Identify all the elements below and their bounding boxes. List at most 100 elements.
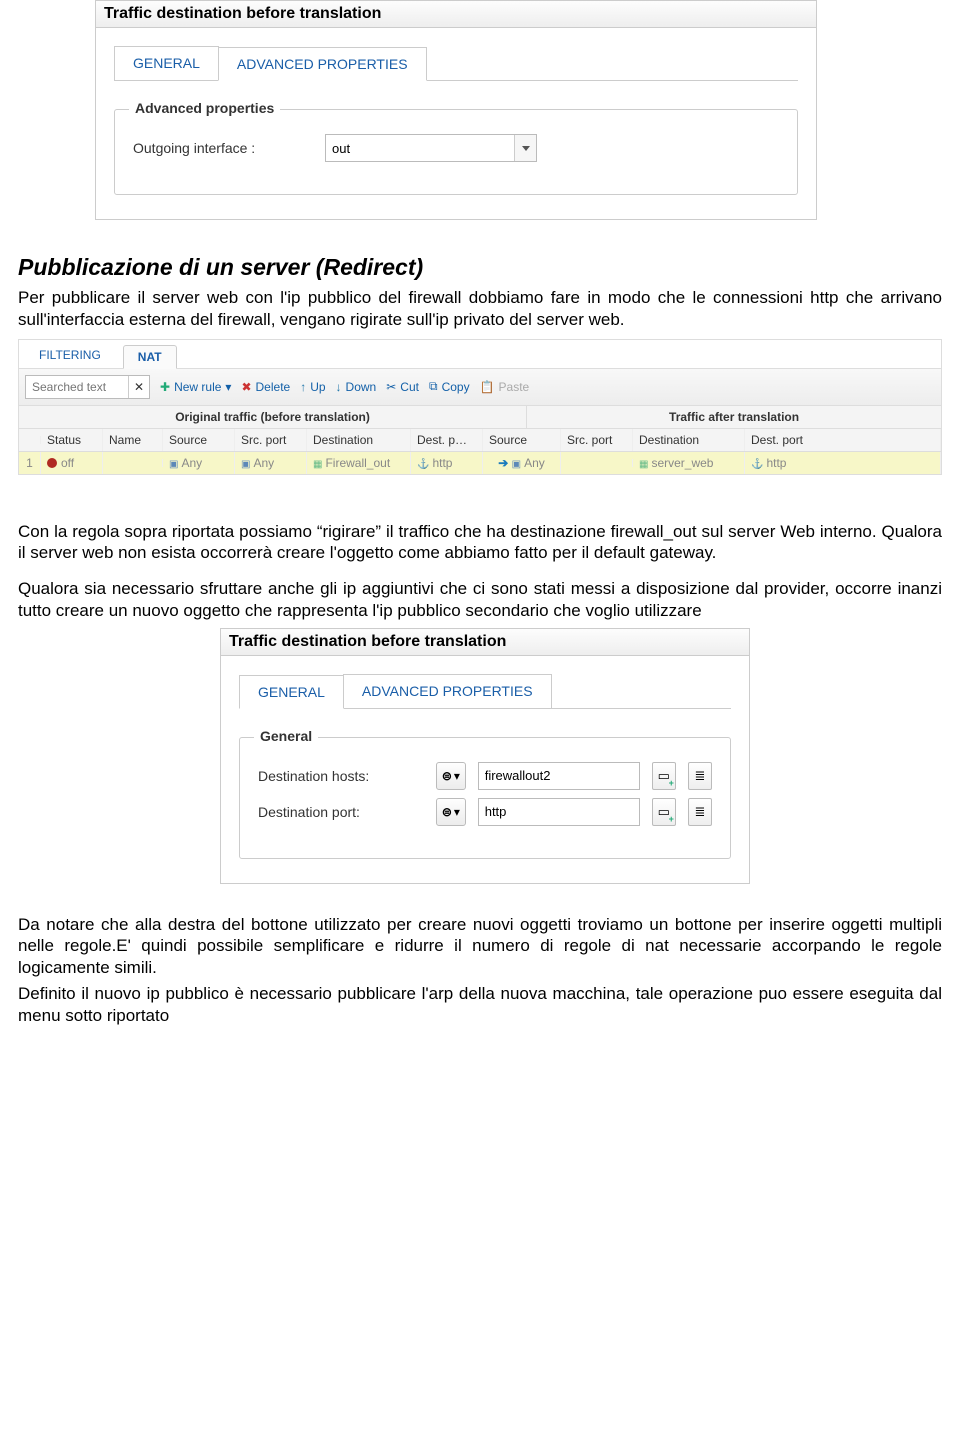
outgoing-interface-select[interactable] <box>325 134 537 162</box>
arrow-right-icon: ➔ <box>498 456 508 470</box>
delete-icon: ✖ <box>241 380 251 394</box>
dialog-tabs: GENERAL ADVANCED PROPERTIES <box>239 674 731 709</box>
col-src-port-after[interactable]: Src. port <box>561 429 633 451</box>
tab-advanced-properties[interactable]: ADVANCED PROPERTIES <box>218 47 427 81</box>
group-header-original: Original traffic (before translation) <box>19 406 527 428</box>
label-destination-port: Destination port: <box>258 804 424 820</box>
col-destination-after[interactable]: Destination <box>633 429 745 451</box>
arrow-down-icon: ↓ <box>336 380 342 394</box>
object-add-icon: ▭ <box>658 804 670 820</box>
cell-source: ▣Any <box>163 452 235 474</box>
plus-icon: ✚ <box>160 380 170 394</box>
object-icon: ▦ <box>313 459 322 470</box>
dialog-traffic-destination-advanced: Traffic destination before translation G… <box>95 0 817 220</box>
destination-hosts-select[interactable] <box>478 762 640 790</box>
tab-general[interactable]: GENERAL <box>114 46 219 80</box>
destination-port-select[interactable] <box>478 798 640 826</box>
cell-destination: ▦Firewall_out <box>307 452 411 474</box>
col-destination[interactable]: Destination <box>307 429 411 451</box>
col-source-after[interactable]: Source <box>483 429 561 451</box>
dialog-tabs: GENERAL ADVANCED PROPERTIES <box>114 46 798 81</box>
search-input[interactable] <box>26 376 128 398</box>
paragraph: Qualora sia necessario sfruttare anche g… <box>18 578 942 622</box>
arrow-up-icon: ↑ <box>300 380 306 394</box>
col-source[interactable]: Source <box>163 429 235 451</box>
cut-button[interactable]: ✂ Cut <box>386 380 419 394</box>
multi-object-button[interactable]: ≣ <box>688 762 712 790</box>
down-label: Down <box>346 380 377 394</box>
copy-icon: ⧉ <box>429 379 438 394</box>
nat-toolbar: ✕ ✚ New rule ▾ ✖ Delete ↑ Up ↓ Down ✂ Cu… <box>19 369 941 406</box>
object-add-icon: ▭ <box>658 768 670 784</box>
nat-group-headers: Original traffic (before translation) Tr… <box>19 406 941 429</box>
row-num: 1 <box>19 452 41 474</box>
port-icon: ⚓ <box>417 459 429 470</box>
host-icon: ▣ <box>169 459 178 470</box>
dialog-title: Traffic destination before translation <box>221 629 749 656</box>
add-object-button[interactable]: ▭ <box>652 798 676 826</box>
chevron-down-icon: ▾ <box>454 770 460 782</box>
scissors-icon: ✂ <box>386 380 396 394</box>
dialog-traffic-destination-general: Traffic destination before translation G… <box>220 628 750 884</box>
col-status[interactable]: Status <box>41 429 103 451</box>
col-src-port[interactable]: Src. port <box>235 429 307 451</box>
port-icon: ⚓ <box>751 459 763 470</box>
cell-status: off <box>41 452 103 474</box>
up-label: Up <box>310 380 325 394</box>
destination-port-input[interactable] <box>479 799 667 825</box>
close-icon: ✕ <box>134 380 144 394</box>
chevron-down-icon: ▾ <box>454 806 460 818</box>
chevron-down-icon <box>522 146 530 151</box>
table-row[interactable]: 1 off ▣Any ▣Any ▦Firewall_out ⚓http ➔ ▣A… <box>19 452 941 474</box>
status-off-icon <box>47 458 57 468</box>
equals-icon: ⊜ <box>442 806 452 818</box>
paragraph: Con la regola sopra riportata possiamo “… <box>18 521 942 565</box>
copy-label: Copy <box>442 380 470 394</box>
tab-advanced-properties[interactable]: ADVANCED PROPERTIES <box>343 674 552 708</box>
col-dest-port[interactable]: Dest. p… <box>411 429 483 451</box>
chevron-down-icon: ▾ <box>225 380 231 394</box>
label-destination-hosts: Destination hosts: <box>258 768 424 784</box>
outgoing-interface-dropdown-button[interactable] <box>514 135 536 161</box>
nat-rules-panel: FILTERING NAT ✕ ✚ New rule ▾ ✖ Delete ↑ … <box>18 339 942 475</box>
fieldset-legend: Advanced properties <box>129 100 280 116</box>
group-header-after: Traffic after translation <box>527 406 941 428</box>
host-icon: ▣ <box>241 459 250 470</box>
search-box[interactable]: ✕ <box>25 375 150 399</box>
copy-button[interactable]: ⧉ Copy <box>429 379 470 394</box>
operator-button[interactable]: ⊜ ▾ <box>436 798 466 826</box>
down-button[interactable]: ↓ Down <box>336 380 377 394</box>
delete-button[interactable]: ✖ Delete <box>241 380 290 394</box>
cell-src-port: ▣Any <box>235 452 307 474</box>
heading-pubblicazione: Pubblicazione di un server (Redirect) <box>18 254 942 281</box>
paragraph: Per pubblicare il server web con l'ip pu… <box>18 287 942 331</box>
list-icon: ≣ <box>694 804 705 820</box>
cell-dest-port: ⚓http <box>411 452 483 474</box>
tab-nat[interactable]: NAT <box>123 345 177 369</box>
new-rule-button[interactable]: ✚ New rule ▾ <box>160 380 231 394</box>
paragraph: Definito il nuovo ip pubblico è necessar… <box>18 983 942 1027</box>
col-dest-port-after[interactable]: Dest. port <box>745 429 941 451</box>
tab-general[interactable]: GENERAL <box>239 675 344 709</box>
list-icon: ≣ <box>694 768 705 784</box>
delete-label: Delete <box>256 380 291 394</box>
paste-icon: 📋 <box>480 380 495 394</box>
equals-icon: ⊜ <box>442 770 452 782</box>
multi-object-button[interactable]: ≣ <box>688 798 712 826</box>
object-icon: ▦ <box>639 459 648 470</box>
search-clear-button[interactable]: ✕ <box>128 376 149 398</box>
outgoing-interface-input[interactable] <box>326 135 514 161</box>
col-name[interactable]: Name <box>103 429 163 451</box>
cell-dest-port-after: ⚓http <box>745 452 941 474</box>
add-object-button[interactable]: ▭ <box>652 762 676 790</box>
nat-tabstrip: FILTERING NAT <box>19 340 941 369</box>
up-button[interactable]: ↑ Up <box>300 380 325 394</box>
new-rule-label: New rule <box>174 380 221 394</box>
destination-hosts-input[interactable] <box>479 763 667 789</box>
operator-button[interactable]: ⊜ ▾ <box>436 762 466 790</box>
paragraph: Da notare che alla destra del bottone ut… <box>18 914 942 979</box>
cell-arrow: ➔ ▣Any <box>483 452 561 474</box>
tab-filtering[interactable]: FILTERING <box>25 344 115 368</box>
fieldset-legend: General <box>254 728 318 744</box>
fieldset-general: General Destination hosts: ⊜ ▾ ▭ ≣ De <box>239 737 731 859</box>
